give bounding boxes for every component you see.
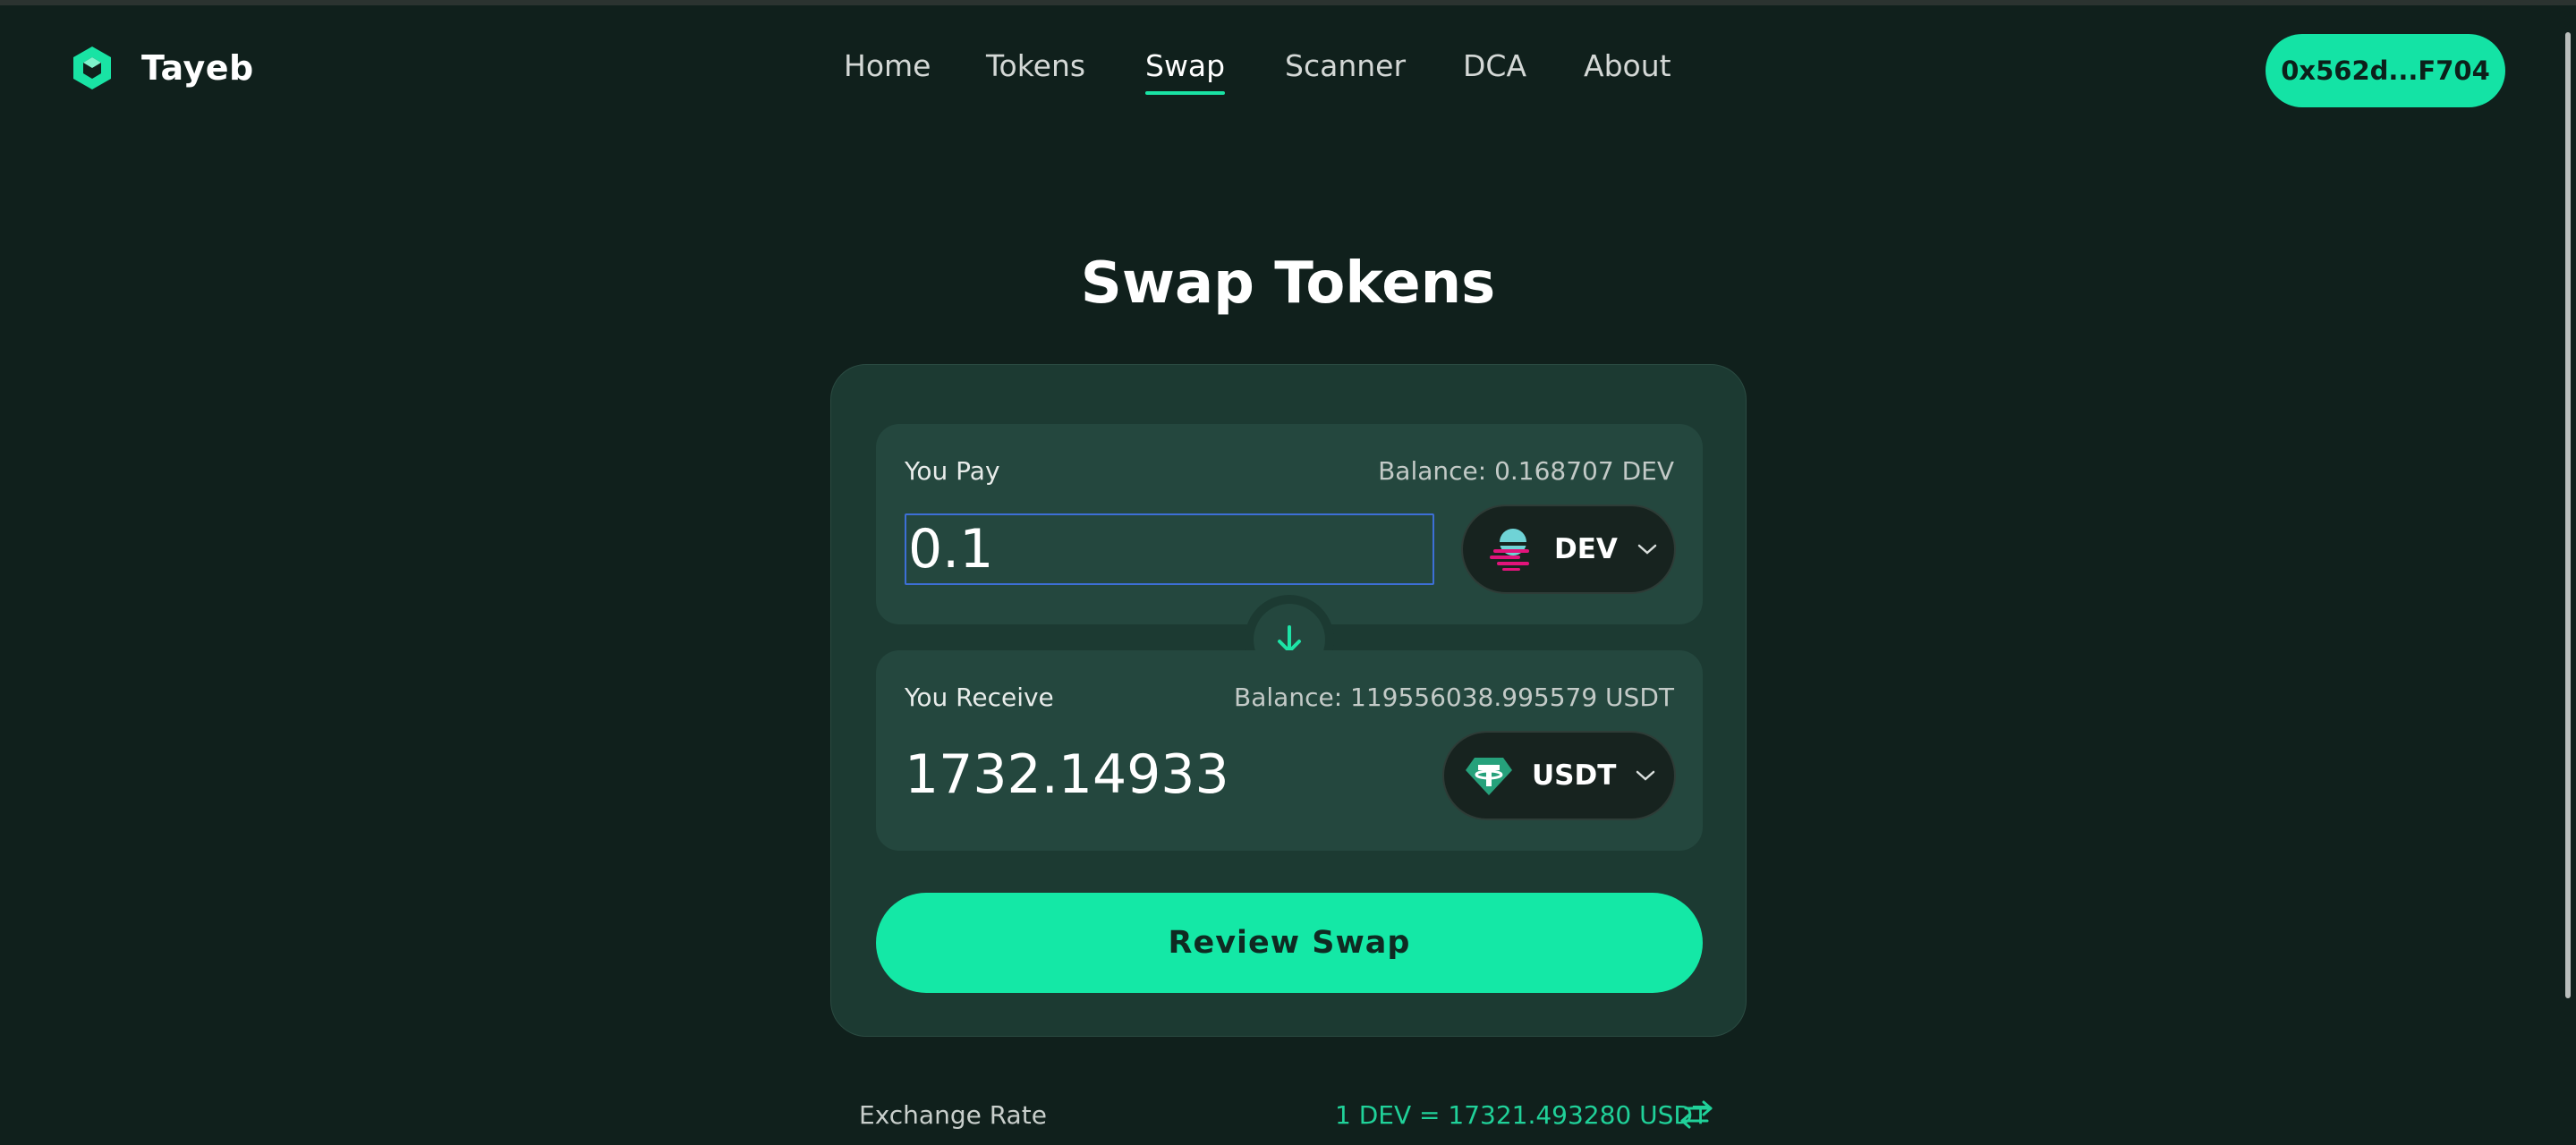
receive-label: You Receive (905, 683, 1054, 712)
nav-swap[interactable]: Swap (1145, 48, 1226, 95)
nav-tokens[interactable]: Tokens (986, 48, 1085, 83)
receive-token-symbol: USDT (1532, 759, 1617, 792)
window-top-border (0, 0, 2576, 5)
nav-home[interactable]: Home (844, 48, 931, 83)
receive-panel: You Receive Balance: 119556038.995579 US… (876, 650, 1703, 851)
nav-swap-label: Swap (1145, 48, 1226, 83)
active-nav-underline (1145, 91, 1226, 95)
nav-dca[interactable]: DCA (1463, 48, 1526, 83)
page-title: Swap Tokens (1080, 250, 1496, 317)
page-scrollbar[interactable] (2556, 5, 2576, 1145)
chevron-down-icon (1637, 770, 1655, 781)
main-nav: Home Tokens Swap Scanner DCA About (0, 48, 2576, 102)
dev-token-icon (1490, 529, 1529, 571)
pay-token-symbol: DEV (1554, 533, 1618, 565)
receive-balance: Balance: 119556038.995579 USDT (1234, 683, 1674, 712)
receive-amount: 1732.14933 (905, 743, 1229, 806)
wallet-address-button[interactable]: 0x562d...F704 (2266, 34, 2505, 107)
exchange-rate-label: Exchange Rate (859, 1100, 1047, 1130)
scrollbar-thumb[interactable] (2565, 32, 2571, 998)
swap-arrows-icon[interactable] (1677, 1098, 1716, 1131)
pay-label: You Pay (905, 456, 1000, 486)
nav-scanner[interactable]: Scanner (1285, 48, 1406, 83)
pay-amount-input[interactable] (905, 513, 1434, 585)
review-swap-button[interactable]: Review Swap (876, 893, 1703, 993)
tether-token-icon (1466, 758, 1512, 795)
pay-token-selector[interactable]: DEV (1461, 505, 1676, 594)
pay-balance: Balance: 0.168707 DEV (1378, 456, 1674, 486)
nav-about[interactable]: About (1584, 48, 1671, 83)
exchange-rate-value: 1 DEV = 17321.493280 USDT (1335, 1100, 1709, 1130)
receive-token-selector[interactable]: USDT (1442, 731, 1676, 820)
swap-card: You Pay Balance: 0.168707 DEV DEV (830, 364, 1747, 1037)
chevron-down-icon (1637, 544, 1657, 555)
